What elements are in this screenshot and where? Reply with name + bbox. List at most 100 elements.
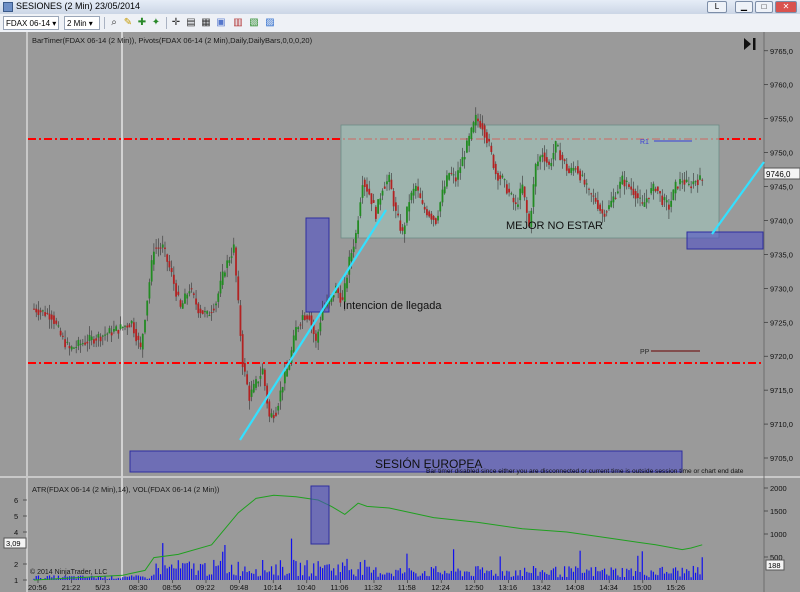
candle-body <box>694 181 697 183</box>
pp-label: PP <box>640 349 650 356</box>
candle-body <box>690 186 693 189</box>
candle-body <box>39 310 42 313</box>
properties-icon[interactable]: ▤ <box>185 17 197 29</box>
candle-body <box>208 315 211 317</box>
chart-area[interactable]: R1 PP MEJOR NO ESTAR Intencion de llegad… <box>0 32 800 592</box>
current-price-label: 9746,0 <box>766 170 791 179</box>
magnify-icon[interactable]: ⌕ <box>108 17 120 29</box>
candle-body <box>557 145 559 147</box>
candle-body <box>692 181 695 185</box>
candle-body <box>377 199 379 214</box>
candle-body <box>490 145 493 152</box>
add-indicator-icon[interactable]: ✚ <box>136 17 148 29</box>
candle-body <box>623 179 626 187</box>
candle-body <box>292 335 295 352</box>
candle-body <box>366 184 368 192</box>
minimize-button[interactable]: ▁ <box>735 1 753 13</box>
screenshot-icon[interactable]: ▣ <box>215 17 227 29</box>
atr-highlight-box[interactable] <box>310 485 330 545</box>
candle-body <box>161 244 164 248</box>
candle-body <box>226 260 229 268</box>
target-box[interactable] <box>686 231 764 250</box>
time-tick-label: 12:24 <box>431 583 450 592</box>
volume-tick-label: 1000 <box>770 530 787 539</box>
candle-body <box>428 211 431 217</box>
crosshair-icon[interactable]: ✛ <box>170 17 182 29</box>
candle-body <box>668 204 670 210</box>
candle-body <box>397 213 399 216</box>
candle-body <box>454 177 457 182</box>
intencion-label: Intencion de llegada <box>343 300 442 312</box>
indicators-label: BarTimer(FDAX 06-14 (2 Min)), Pivots(FDA… <box>32 36 313 45</box>
candle-body <box>452 174 455 176</box>
pencil-icon[interactable]: ✎ <box>122 17 134 29</box>
strategy-icon[interactable]: ✦ <box>150 17 162 29</box>
candle-body <box>44 312 46 316</box>
candle-body <box>61 335 64 337</box>
data-box-icon[interactable]: ▦ <box>200 17 212 29</box>
language-button[interactable]: L <box>707 1 727 13</box>
candle-body <box>317 331 320 343</box>
candle-body <box>503 179 506 181</box>
candle-body <box>441 189 444 203</box>
candle-body <box>472 122 475 133</box>
template-icon[interactable]: ▨ <box>264 17 276 29</box>
candle-body <box>168 261 171 268</box>
candle-body <box>372 200 375 203</box>
candle-body <box>466 140 468 153</box>
time-tick-label: 08:56 <box>162 583 181 592</box>
candle-body <box>221 271 224 285</box>
candle-body <box>277 405 280 411</box>
candle-body <box>650 188 653 194</box>
candle-body <box>159 247 162 249</box>
atr-tick-label: 2 <box>14 560 18 569</box>
candle-body <box>432 215 435 220</box>
candle-body <box>390 179 393 190</box>
candle-body <box>99 336 102 342</box>
candle-body <box>665 200 668 203</box>
instrument-selector[interactable]: FDAX 06-14 ▾ <box>3 16 59 30</box>
candle-body <box>683 179 686 185</box>
candle-body <box>257 381 260 384</box>
bartimer-message: Bar timer disabled since either you are … <box>426 468 744 475</box>
candle-body <box>494 163 497 175</box>
go-to-end-bar-icon[interactable] <box>753 38 756 50</box>
time-tick-label: 11:58 <box>398 583 416 592</box>
candle-body <box>33 308 35 310</box>
intencion-box[interactable] <box>305 217 330 313</box>
bar-chart-icon[interactable]: ▥ <box>232 17 244 29</box>
candle-body <box>172 274 175 284</box>
candle-body <box>545 157 548 163</box>
candle-body <box>577 166 579 174</box>
candle-body <box>206 311 209 314</box>
candle-body <box>477 118 479 122</box>
candle-body <box>166 254 169 262</box>
candle-body <box>121 326 124 328</box>
candle-body <box>585 183 588 185</box>
close-button[interactable]: ✕ <box>775 1 797 13</box>
candle-body <box>219 280 222 294</box>
candle-body <box>448 173 451 180</box>
candle-body <box>370 193 373 205</box>
candle-body <box>217 293 220 302</box>
candle-body <box>634 191 637 199</box>
candle-body <box>268 401 271 417</box>
candle-body <box>561 154 564 160</box>
candle-body <box>590 193 593 195</box>
candle-body <box>541 154 544 158</box>
atr-tick-label: 4 <box>14 528 18 537</box>
candle-body <box>308 315 311 320</box>
candle-body <box>350 253 353 262</box>
time-tick-label: 11:06 <box>330 583 348 592</box>
candle-body <box>403 225 406 235</box>
price-tick-label: 9760,0 <box>770 81 793 90</box>
candle-body <box>479 120 482 128</box>
chart-style-icon[interactable]: ▧ <box>248 17 260 29</box>
candle-body <box>299 324 302 326</box>
interval-selector[interactable]: 2 Min ▾ <box>64 16 100 30</box>
maximize-button[interactable]: □ <box>755 1 773 13</box>
time-tick-label: 13:16 <box>498 583 517 592</box>
candle-body <box>215 303 217 306</box>
candle-body <box>303 315 306 320</box>
candle-body <box>663 197 666 201</box>
